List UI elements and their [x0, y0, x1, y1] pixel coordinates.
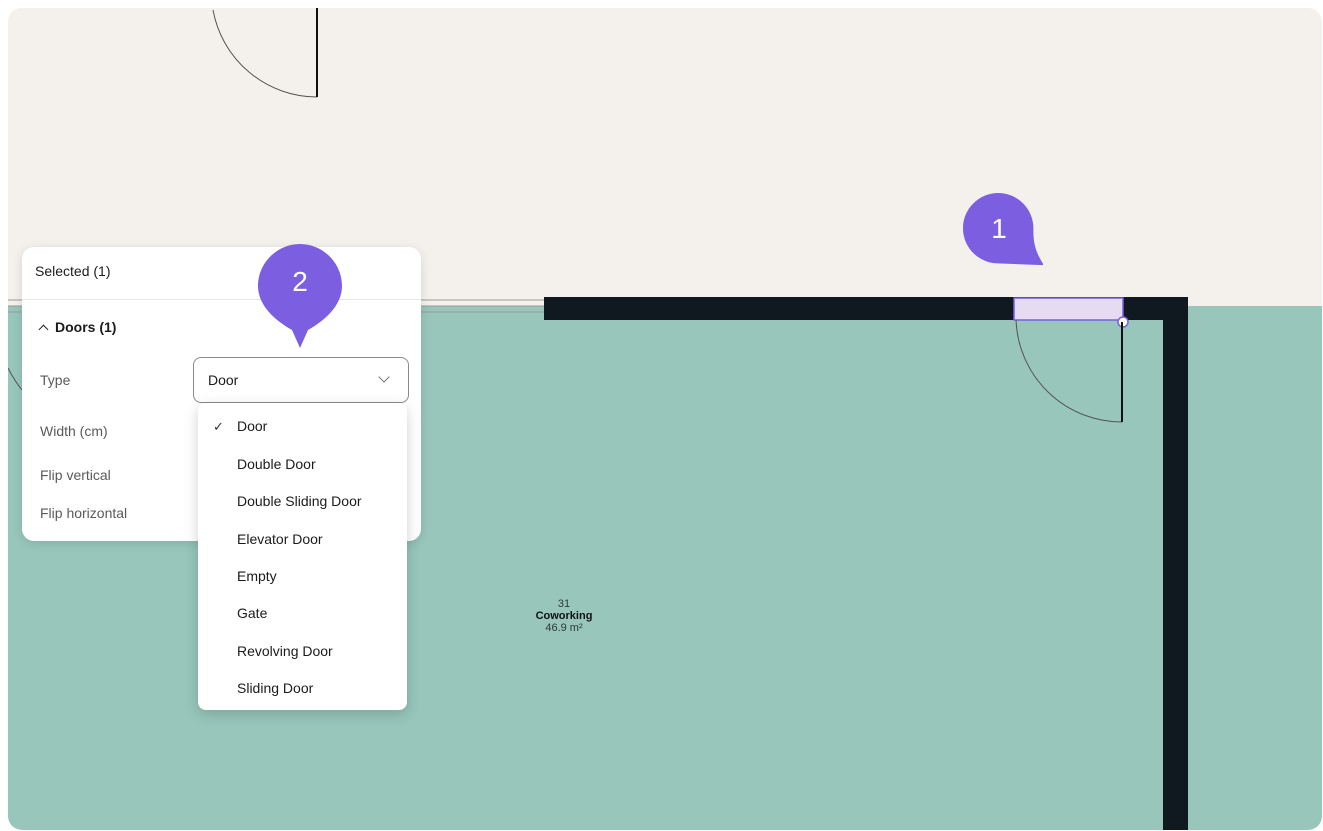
selected-count-title: Selected (1) — [35, 263, 111, 279]
chevron-down-icon — [378, 371, 390, 383]
type-dropdown-menu: ✓ Door Double Door Double Sliding Door E… — [198, 403, 407, 710]
room-name: Coworking — [535, 610, 593, 622]
dropdown-option-empty[interactable]: Empty — [198, 557, 407, 593]
type-label: Type — [40, 372, 71, 388]
dropdown-option-double-door[interactable]: Double Door — [198, 445, 407, 481]
dropdown-option-gate[interactable]: Gate — [198, 594, 407, 630]
top-door-swing-arc — [212, 9, 318, 98]
doors-section-label: Doors (1) — [55, 319, 117, 335]
room-area: 46.9 m² — [545, 622, 583, 634]
dropdown-option-door[interactable]: ✓ Door — [198, 407, 407, 443]
callout-badge-1: 1 — [963, 193, 1044, 273]
dropdown-option-revolving-door[interactable]: Revolving Door — [198, 632, 407, 668]
dropdown-option-elevator-door[interactable]: Elevator Door — [198, 520, 407, 556]
dropdown-option-double-sliding-door[interactable]: Double Sliding Door — [198, 482, 407, 518]
chevron-up-icon — [38, 324, 49, 334]
room-label: 31 Coworking 46.9 m² — [504, 598, 624, 634]
callout-2-number: 2 — [292, 266, 308, 297]
callout-1-number: 1 — [991, 213, 1007, 244]
callout-badge-2: 2 — [258, 244, 342, 348]
dropdown-option-sliding-door[interactable]: Sliding Door — [198, 669, 407, 705]
flip-horizontal-label: Flip horizontal — [40, 505, 128, 521]
type-select[interactable]: Door — [193, 357, 409, 403]
panel-divider — [22, 299, 421, 300]
wall-right — [1163, 297, 1188, 830]
check-icon: ✓ — [213, 419, 224, 434]
selected-door — [1013, 297, 1124, 321]
room-number: 31 — [557, 598, 571, 610]
type-select-value: Door — [208, 372, 239, 388]
flip-vertical-label: Flip vertical — [40, 467, 111, 483]
width-label: Width (cm) — [40, 423, 108, 439]
doors-section-toggle[interactable]: Doors (1) — [38, 319, 117, 335]
